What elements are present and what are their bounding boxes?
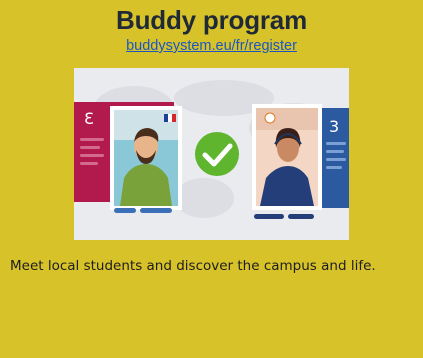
right-profile-card: 3: [252, 104, 349, 210]
svg-text:3: 3: [329, 117, 339, 136]
register-link[interactable]: buddysystem.eu/fr/register: [0, 38, 423, 54]
left-profile-card: Ɛ: [74, 102, 182, 210]
buddy-illustration: Ɛ 3: [74, 68, 349, 240]
left-pill-2: [140, 208, 172, 213]
card-title: Buddy program: [116, 5, 307, 35]
left-pill-1: [114, 208, 136, 213]
card-description: Meet local students and discover the cam…: [10, 258, 376, 274]
check-icon: [195, 132, 239, 176]
buddy-program-card: Buddy program buddysystem.eu/fr/register: [0, 0, 423, 358]
right-pill-2: [288, 214, 314, 219]
svg-text:Ɛ: Ɛ: [84, 109, 94, 128]
right-pill-1: [254, 214, 284, 219]
